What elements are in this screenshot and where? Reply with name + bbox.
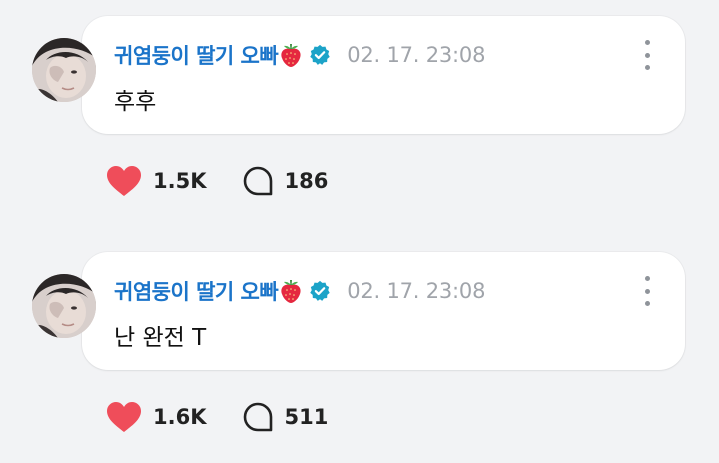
more-dot-icon <box>644 40 650 45</box>
verified-badge-icon <box>309 44 331 66</box>
heart-icon <box>107 166 141 196</box>
like-button[interactable]: 1.6K <box>105 400 206 434</box>
speech-bubble-icon <box>244 166 273 196</box>
reply-count: 511 <box>284 405 329 429</box>
speech-bubble-icon <box>244 402 273 432</box>
author-name[interactable]: 귀염둥이 딸기 오빠 <box>114 40 279 70</box>
comment-header: 귀염둥이 딸기 오빠 02. 17. 23:08 <box>114 40 485 70</box>
more-dot-icon <box>644 301 650 306</box>
avatar[interactable] <box>32 274 96 338</box>
reply-button[interactable]: 186 <box>242 165 328 197</box>
avatar[interactable] <box>32 38 96 102</box>
comment-timestamp: 02. 17. 23:08 <box>347 43 486 67</box>
comment-timestamp: 02. 17. 23:08 <box>347 279 486 303</box>
like-count: 1.6K <box>153 405 207 429</box>
more-dot-icon <box>644 276 650 281</box>
more-dot-icon <box>644 65 650 70</box>
comment-text: 후후 <box>114 89 157 115</box>
more-options-button[interactable] <box>637 276 657 306</box>
comment-actions: 1.5K 186 <box>105 164 328 198</box>
strawberry-icon <box>279 278 303 304</box>
like-count: 1.5K <box>153 169 207 193</box>
comment-text: 난 완전 T <box>114 325 207 351</box>
strawberry-icon <box>279 42 303 68</box>
reply-button[interactable]: 511 <box>242 401 328 433</box>
comment-feed: 귀염둥이 딸기 오빠 02. 17. 23:08 후후 1.5K 186 귀염둥… <box>0 0 719 463</box>
author-name[interactable]: 귀염둥이 딸기 오빠 <box>114 276 279 306</box>
comment-actions: 1.6K 511 <box>105 400 328 434</box>
more-options-button[interactable] <box>637 40 657 70</box>
more-dot-icon <box>644 288 650 294</box>
comment-bubble: 귀염둥이 딸기 오빠 <box>82 16 685 134</box>
reply-count: 186 <box>284 169 329 193</box>
like-button[interactable]: 1.5K <box>105 164 206 198</box>
comment-header: 귀염둥이 딸기 오빠 02. 17. 23:08 <box>114 276 485 306</box>
comment-bubble: 귀염둥이 딸기 오빠 <box>82 252 685 370</box>
heart-icon <box>107 402 141 432</box>
more-dot-icon <box>644 52 650 58</box>
verified-badge-icon <box>309 280 331 302</box>
